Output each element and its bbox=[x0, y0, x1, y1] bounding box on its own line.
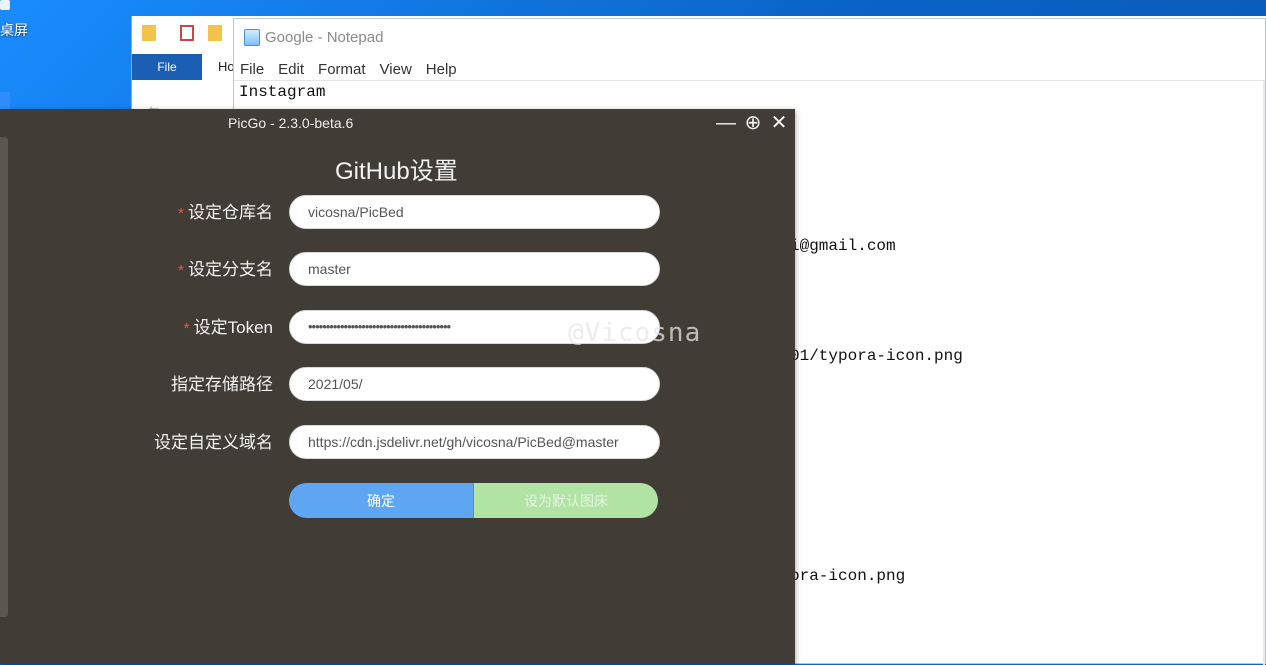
tab-file[interactable]: File bbox=[132, 54, 202, 80]
notepad-icon bbox=[244, 29, 260, 46]
picgo-window: PicGo - 2.3.0-beta.6 — ⊕ ✕ GitHub设置 * 设定仓… bbox=[0, 109, 795, 664]
menu-file[interactable]: File bbox=[240, 61, 264, 78]
new-folder-icon[interactable] bbox=[208, 25, 222, 41]
picgo-titlebar[interactable]: PicGo - 2.3.0-beta.6 — ⊕ ✕ bbox=[0, 109, 795, 137]
repo-label: * 设定仓库名 bbox=[178, 203, 273, 222]
maximize-icon[interactable]: ⊕ bbox=[743, 113, 763, 133]
notepad-titlebar: Google - Notepad bbox=[244, 29, 383, 46]
desktop-icon-label: 桌屏 bbox=[0, 22, 28, 38]
text-line[interactable]: Instagram bbox=[239, 83, 325, 101]
branch-input[interactable]: master bbox=[289, 252, 660, 286]
menu-edit[interactable]: Edit bbox=[278, 61, 304, 78]
menu-divider bbox=[234, 80, 1265, 81]
notepad-title: Google - Notepad bbox=[265, 29, 384, 46]
confirm-button[interactable]: 确定 bbox=[289, 483, 474, 518]
token-label: * 设定Token bbox=[183, 318, 273, 337]
desktop-icon[interactable] bbox=[0, 0, 10, 10]
sidebar-handle[interactable] bbox=[0, 137, 8, 617]
page-title: GitHub设置 bbox=[335, 158, 458, 185]
menu-view[interactable]: View bbox=[380, 61, 412, 78]
set-default-button[interactable]: 设为默认图床 bbox=[474, 483, 658, 518]
required-mark: * bbox=[178, 205, 184, 222]
path-input[interactable]: 2021/05/ bbox=[289, 367, 660, 401]
menu-format[interactable]: Format bbox=[318, 61, 366, 78]
minimize-icon[interactable]: — bbox=[716, 113, 736, 133]
path-label: 指定存储路径 bbox=[171, 375, 273, 394]
close-icon[interactable]: ✕ bbox=[769, 113, 789, 133]
button-group: 确定 设为默认图床 bbox=[289, 483, 658, 518]
custom-domain-input[interactable]: https://cdn.jsdelivr.net/gh/vicosna/PicB… bbox=[289, 425, 660, 459]
text-line[interactable]: 01/typora-icon.png bbox=[790, 347, 963, 365]
text-line[interactable]: ora-icon.png bbox=[790, 567, 905, 585]
notepad-menubar: File Edit Format View Help bbox=[240, 61, 457, 78]
custom-domain-label: 设定自定义域名 bbox=[154, 433, 273, 452]
window-title: PicGo - 2.3.0-beta.6 bbox=[228, 115, 354, 131]
scrollbar[interactable] bbox=[1263, 81, 1265, 665]
required-mark: * bbox=[178, 262, 184, 279]
repo-input[interactable]: vicosna/PicBed bbox=[289, 195, 660, 229]
required-mark: * bbox=[183, 320, 190, 337]
menu-help[interactable]: Help bbox=[426, 61, 457, 78]
folder-icon[interactable] bbox=[142, 25, 156, 41]
branch-label: * 设定分支名 bbox=[178, 260, 273, 279]
properties-check-icon[interactable] bbox=[180, 25, 194, 41]
text-line[interactable]: i@gmail.com bbox=[790, 237, 896, 255]
quick-access-toolbar bbox=[132, 16, 234, 54]
watermark: @Vicosna bbox=[568, 318, 702, 348]
